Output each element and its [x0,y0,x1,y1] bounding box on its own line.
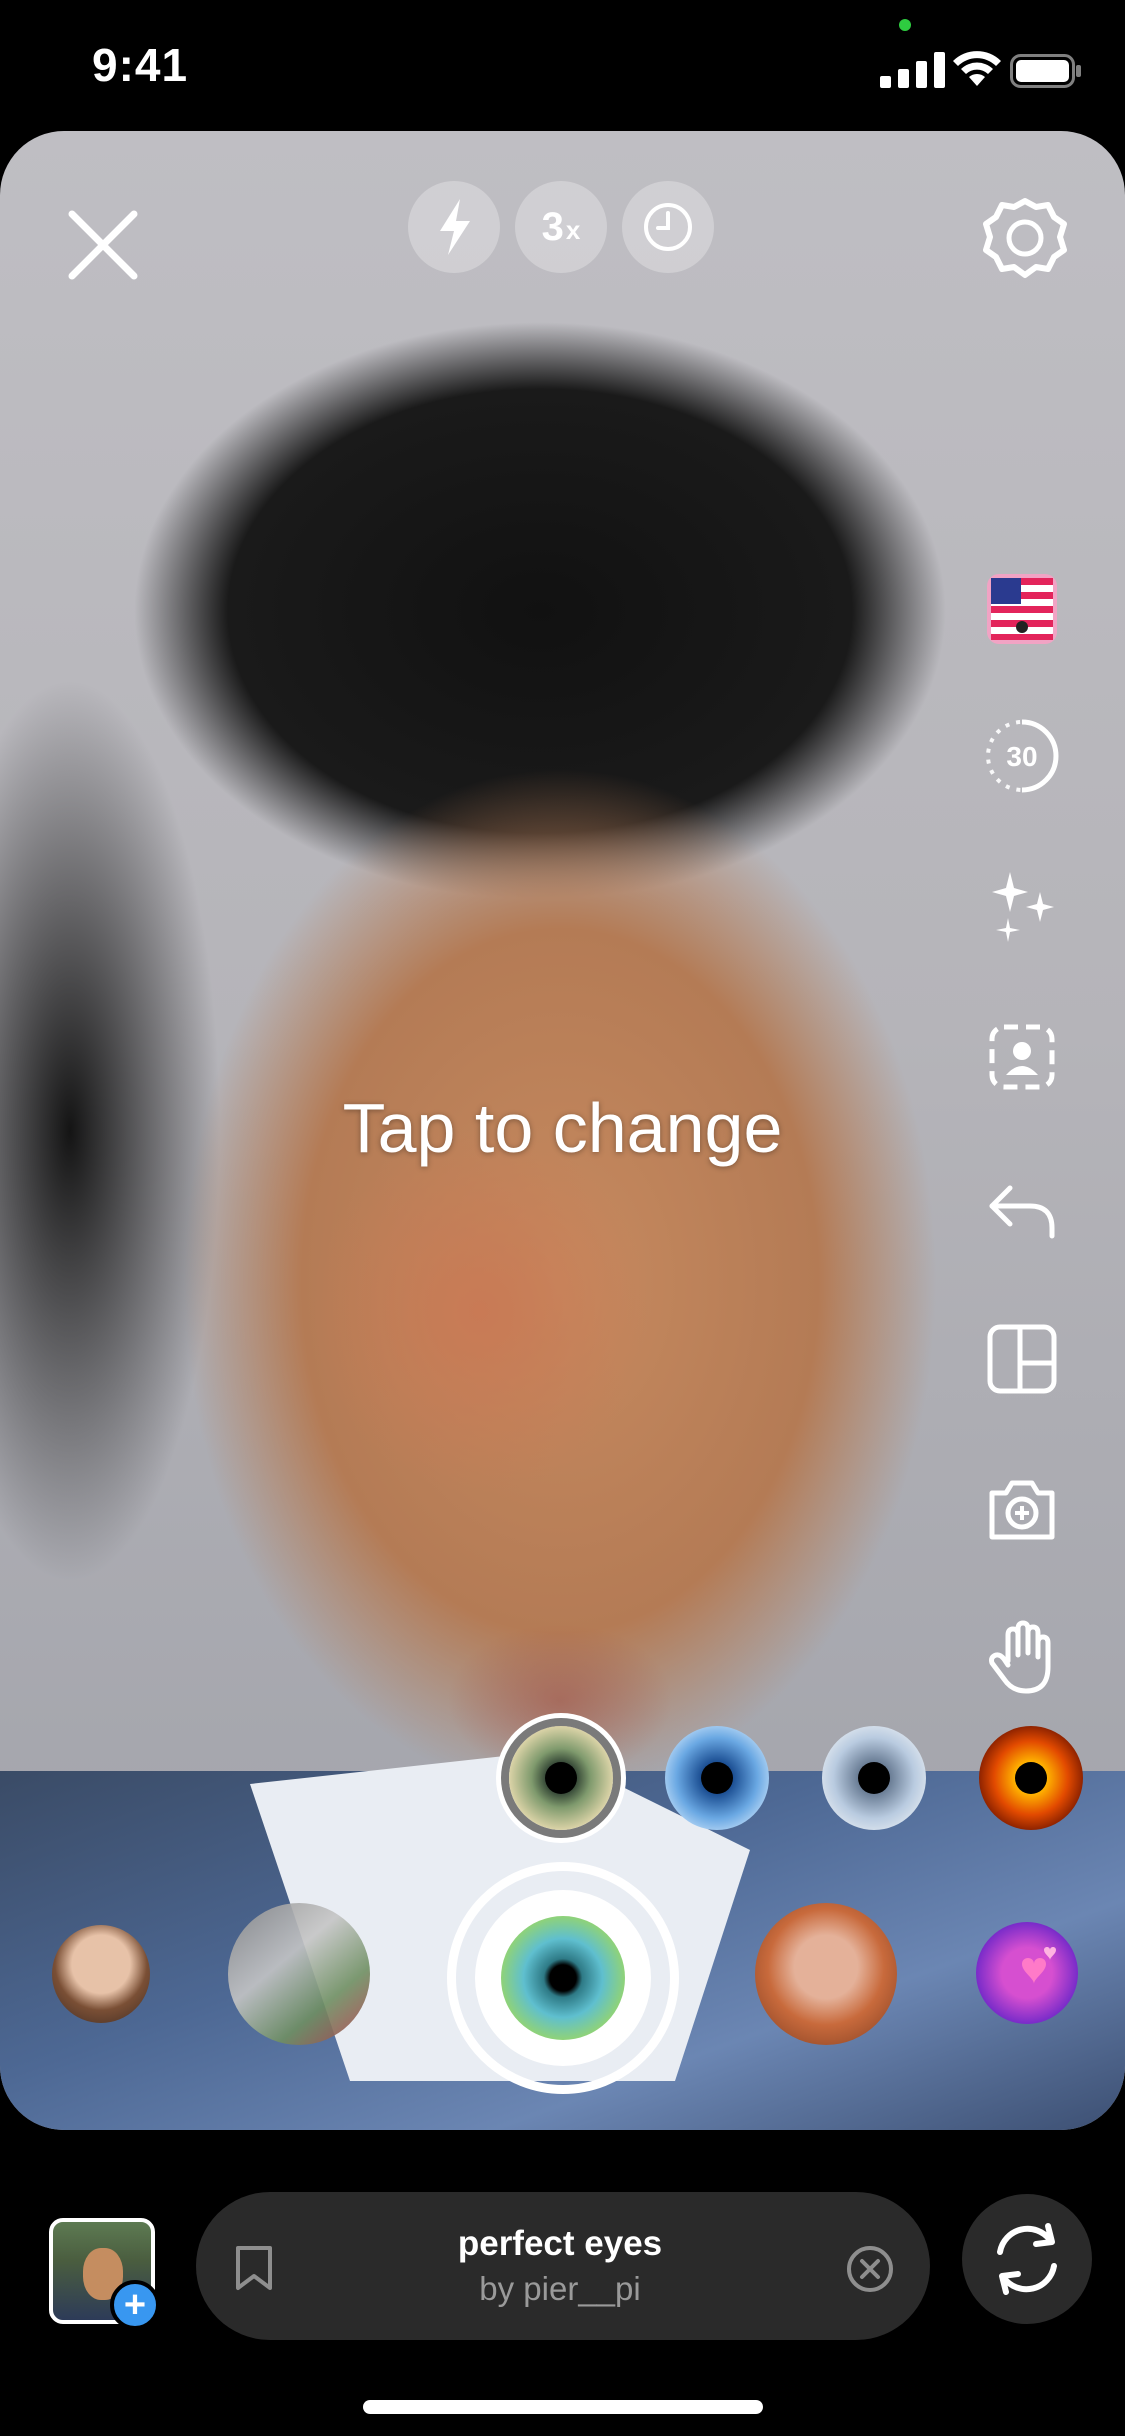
camera-plus-icon [989,1480,1055,1540]
bookmark-icon[interactable] [232,2244,276,2292]
zoom-suffix: x [565,214,581,245]
effect-name: perfect eyes [457,2224,663,2263]
timer-button[interactable] [622,181,714,273]
portrait-frame-icon [989,1024,1055,1090]
eye-option-blue[interactable] [665,1726,769,1830]
add-button[interactable]: + [110,2280,160,2330]
zoom-value: 3 [541,204,564,249]
eye-option-green[interactable] [509,1726,613,1830]
pupil [545,1762,577,1794]
pupil [858,1762,890,1794]
eye-option-grey[interactable] [822,1726,926,1830]
pupil [701,1762,733,1794]
flag-icon [987,574,1057,644]
layout-icon [987,1324,1057,1394]
touch-up-button[interactable] [982,1017,1062,1097]
effect-author: by pier__pi [479,2270,641,2307]
close-icon[interactable] [58,200,148,290]
hands-free-button[interactable] [982,1617,1062,1697]
signal-icon [880,52,945,88]
shutter-button[interactable] [475,1890,651,2066]
timer-30-icon: 30 [986,719,1059,793]
flip-camera-icon [997,2223,1057,2295]
flash-button[interactable] [408,181,500,273]
pupil [1015,1762,1047,1794]
tap-to-change-hint[interactable]: Tap to change [0,1088,1125,1168]
undo-button[interactable] [982,1170,1062,1250]
layout-button[interactable] [982,1319,1062,1399]
effect-thumbnail-2[interactable] [228,1903,370,2045]
hearts-icon [1022,1947,1056,1984]
timer-value: 30 [1006,741,1037,772]
home-indicator[interactable] [363,2400,763,2414]
wifi-icon [953,51,1001,86]
undo-arrow-icon [989,1185,1055,1239]
settings-icon[interactable] [980,193,1070,283]
clock-icon [644,203,692,251]
status-bar: 9:41 [0,0,1125,130]
status-time: 9:41 [92,39,189,91]
effect-thumbnail-4[interactable] [976,1922,1078,2024]
eye-option-fire[interactable] [979,1726,1083,1830]
multi-capture-button[interactable] [982,1469,1062,1549]
battery-icon [1010,54,1081,88]
flag-effect-button[interactable] [982,569,1062,649]
zoom-button[interactable]: 3x [515,181,607,273]
sparkles-icon [992,872,1054,942]
effect-thumbnail-3[interactable] [755,1903,897,2045]
flash-icon [440,199,470,255]
flip-camera-button[interactable] [962,2194,1092,2324]
hand-icon [989,1620,1051,1694]
camera-in-use-indicator [899,19,911,31]
duration-button[interactable]: 30 [982,716,1062,796]
effect-thumbnail-1[interactable] [52,1925,150,2023]
effects-button[interactable] [982,866,1062,946]
effect-info-pill[interactable] [196,2192,930,2340]
active-eye-effect-icon [501,1916,625,2040]
plus-icon: + [123,2284,147,2326]
clear-effect-icon[interactable] [845,2244,895,2294]
